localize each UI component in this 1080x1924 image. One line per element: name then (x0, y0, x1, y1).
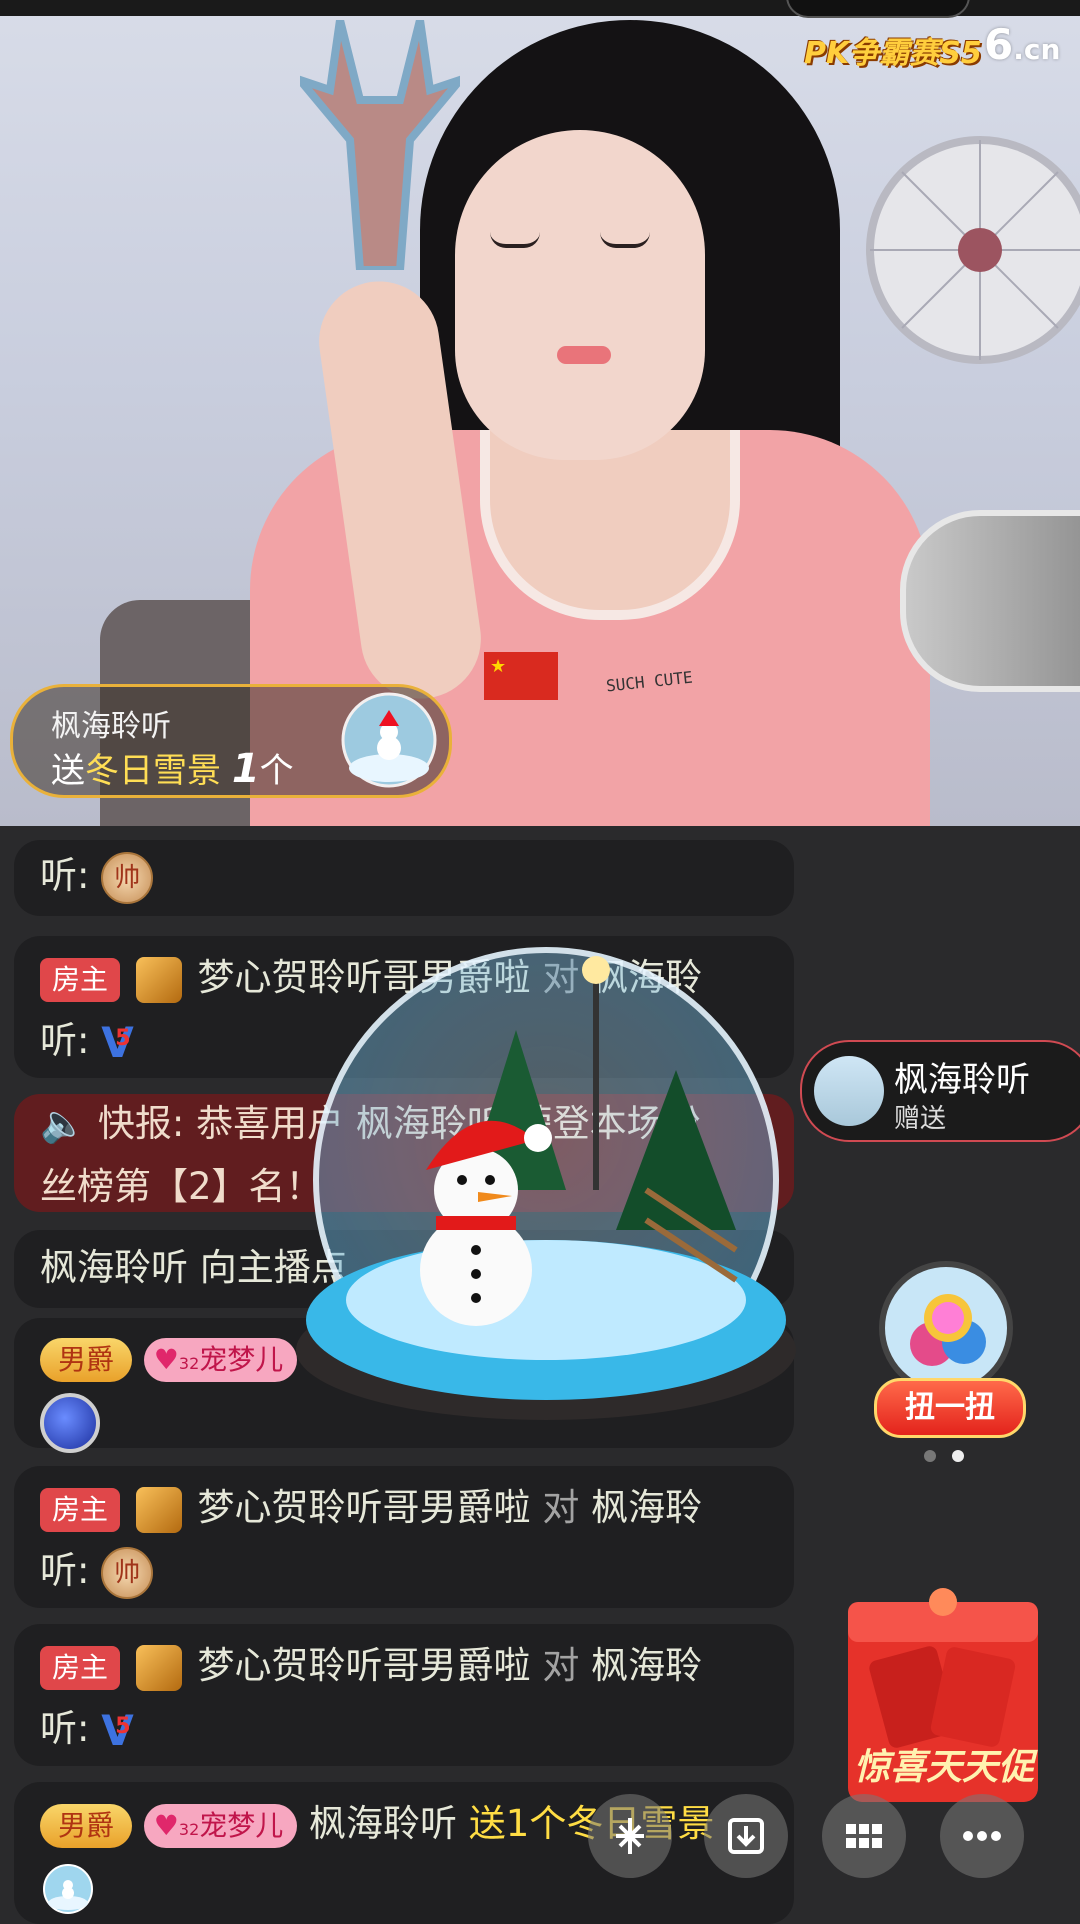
chat-text: 梦心贺聆听哥男爵啦 (197, 1644, 531, 1687)
giver-name: 枫海聆听 (894, 1060, 1030, 1100)
download-button[interactable] (704, 1794, 788, 1878)
more-button[interactable] (940, 1794, 1024, 1878)
top-pill[interactable] (786, 0, 970, 18)
giver-action: 赠送 (894, 1104, 947, 1134)
share-icon-button[interactable] (588, 1794, 672, 1878)
snow-globe-animation (296, 947, 796, 1420)
chat-target: 枫海聆 (591, 1644, 703, 1687)
pet-badge: ♥32宠梦儿 (143, 1803, 298, 1848)
chat-message[interactable]: 男爵 ♥32宠梦儿 枫海聆听 送1个冬日雪景 (14, 1782, 794, 1924)
level-number: 5 (115, 1026, 131, 1051)
level-number: 5 (115, 1714, 131, 1739)
site-logo: 6.cn (984, 20, 1061, 69)
live-video[interactable]: ★ SUCH CUTE PK争霸赛S5 6.cn 枫海聆听 送冬日雪景 1个 (0, 0, 1080, 826)
grid-icon (846, 1824, 882, 1848)
gift-sender-name: 枫海聆听 (51, 709, 171, 744)
microphone (900, 510, 1080, 692)
gacha-button[interactable]: 扭一扭 (874, 1378, 1026, 1438)
more-dots-icon (963, 1831, 1001, 1841)
chat-message[interactable]: 房主 梦心贺聆听哥男爵啦 对 枫海聆 听: V5 (14, 1624, 794, 1766)
pet-name: 宠梦儿 (199, 1808, 284, 1842)
level-v-icon: V5 (101, 1011, 134, 1074)
carousel-dot[interactable] (924, 1450, 936, 1462)
chat-target: 枫海聆 (591, 1486, 703, 1529)
gift-prefix: 送 (51, 751, 85, 791)
lips (557, 346, 611, 364)
megaphone-icon: 🔈 (40, 1102, 87, 1145)
gold-bar-icon (135, 956, 182, 1003)
chat-tail: 听: (40, 1019, 90, 1062)
chat-message[interactable]: 听: 帅 (14, 840, 794, 916)
gold-bar-icon (135, 1486, 182, 1533)
chat-message[interactable]: 房主 梦心贺聆听哥男爵啦 对 枫海聆 听: 帅 (14, 1466, 794, 1608)
sparkle-icon (616, 1818, 644, 1854)
streamer-face (455, 130, 705, 460)
host-badge: 房主 (40, 1487, 121, 1532)
flag-patch: ★ (484, 652, 558, 700)
chat-conj: 对 (542, 1644, 580, 1687)
pet-level: 32 (178, 1819, 200, 1839)
host-badge: 房主 (40, 957, 121, 1002)
chat-text: 梦心贺聆听哥男爵啦 (197, 1486, 531, 1529)
pk-event-logo: PK争霸赛S5 (804, 36, 982, 71)
chat-tail: 听: (40, 1549, 90, 1592)
gift-unit: 个 (259, 751, 294, 791)
pet-level: 32 (178, 1353, 200, 1373)
sapphire-ring-icon (40, 1392, 100, 1453)
carousel-dot-active[interactable] (952, 1450, 964, 1462)
snow-globe-icon (43, 1863, 93, 1914)
fan-decoration (866, 136, 1080, 364)
download-icon (728, 1818, 764, 1854)
chat-tail: 听: (40, 854, 90, 897)
gift-count: 1 (231, 746, 260, 792)
chat-user: 枫海聆听 (309, 1802, 458, 1845)
coin-icon: 帅 (101, 1546, 154, 1599)
noble-badge: 男爵 (40, 1337, 133, 1382)
avatar[interactable] (814, 1056, 884, 1126)
gift-name: 冬日雪景 (85, 751, 221, 791)
snow-globe-gift-icon (341, 692, 437, 788)
chat-tail: 听: (40, 1707, 90, 1750)
coin-icon: 帅 (101, 851, 154, 904)
noble-badge: 男爵 (40, 1803, 133, 1848)
gift-giver-card[interactable]: 枫海聆听 赠送 (800, 1040, 1080, 1142)
promo-label[interactable]: 惊喜天天促 (844, 1738, 1044, 1798)
chat-conj: 对 (542, 1486, 580, 1529)
level-v-icon: V5 (101, 1699, 134, 1762)
grid-menu-button[interactable] (822, 1794, 906, 1878)
host-badge: 房主 (40, 1645, 121, 1690)
gift-line: 送冬日雪景 1个 (51, 743, 294, 792)
gold-bar-icon (135, 1644, 182, 1691)
